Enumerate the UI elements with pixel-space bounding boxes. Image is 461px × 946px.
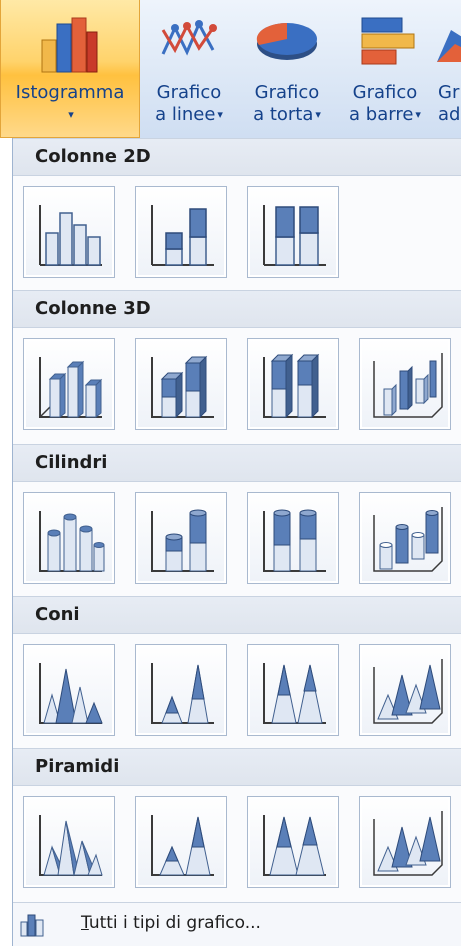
3d-column-tile[interactable]: [359, 338, 451, 430]
line-chart-icon: [159, 14, 219, 72]
clustered-cylinder-tile[interactable]: [23, 492, 115, 584]
100-stacked-pyramid-icon: [263, 815, 326, 876]
3d-pyramid-icon: [373, 811, 443, 876]
all-chart-types-label: Tutti i tipi di grafico...: [81, 913, 261, 933]
clustered-pyramid-icon: [39, 815, 103, 877]
area-chart-icon: [437, 14, 461, 70]
stacked-cylinder-icon: [151, 509, 214, 572]
stacked-pyramid-icon: [151, 815, 214, 876]
100-stacked-cone-tile[interactable]: [247, 644, 339, 736]
100-stacked-column-icon: [263, 205, 326, 266]
3d-clustered-column-icon: [39, 357, 103, 419]
line-chart-label-2: a linee ▾: [155, 104, 223, 125]
chevron-down-icon: ▾: [415, 108, 421, 121]
clustered-pyramid-tile[interactable]: [23, 796, 115, 888]
bar-chart-button[interactable]: Grafico a barre ▾: [336, 0, 434, 138]
3d-clustered-column-tile[interactable]: [23, 338, 115, 430]
clustered-column-icon: [39, 205, 102, 266]
3d-column-icon: [373, 353, 443, 418]
clustered-column-tile[interactable]: [23, 186, 115, 278]
clustered-cylinder-icon: [39, 511, 105, 572]
all-chart-types-menu-item[interactable]: Tutti i tipi di grafico...: [13, 902, 461, 946]
column-chart-label: Istogramma: [15, 82, 125, 103]
bar-chart-label-1: Grafico: [352, 82, 418, 103]
stacked-cylinder-tile[interactable]: [135, 492, 227, 584]
3d-stacked-column-tile[interactable]: [135, 338, 227, 430]
chart-gallery-dropdown: Colonne 2D Colonne 3D Cilindri Coni Pira…: [12, 138, 461, 946]
stacked-column-icon: [151, 205, 214, 266]
chevron-down-icon: ▾: [315, 108, 321, 121]
chevron-down-icon: ▾: [217, 108, 223, 121]
3d-100-stacked-column-icon: [263, 353, 326, 419]
bar-chart-icon: [354, 14, 416, 78]
section-header-colonne-3d: Colonne 3D: [13, 290, 461, 328]
chevron-down-icon: ▾: [68, 108, 74, 121]
stacked-pyramid-tile[interactable]: [135, 796, 227, 888]
chart-ribbon: Istogramma ▾ Grafico a linee ▾ Grafico a …: [0, 0, 461, 138]
bar-chart-label-2: a barre ▾: [349, 104, 421, 125]
3d-cone-tile[interactable]: [359, 644, 451, 736]
column-chart-button[interactable]: Istogramma ▾: [0, 0, 140, 138]
section-header-colonne-2d: Colonne 2D: [13, 138, 461, 176]
pie-chart-label-1: Grafico: [254, 82, 320, 103]
section-header-piramidi: Piramidi: [13, 748, 461, 786]
3d-cone-icon: [373, 659, 443, 724]
100-stacked-pyramid-tile[interactable]: [247, 796, 339, 888]
area-chart-label-1: Gr: [438, 82, 460, 103]
pie-chart-label-2: a torta ▾: [253, 104, 321, 125]
100-stacked-cylinder-icon: [263, 509, 326, 572]
stacked-cone-icon: [151, 663, 214, 724]
area-chart-button[interactable]: Gr ad: [434, 0, 461, 138]
line-chart-button[interactable]: Grafico a linee ▾: [140, 0, 238, 138]
clustered-cone-icon: [39, 663, 103, 724]
pie-chart-button[interactable]: Grafico a torta ▾: [238, 0, 336, 138]
100-stacked-column-tile[interactable]: [247, 186, 339, 278]
stacked-column-tile[interactable]: [135, 186, 227, 278]
3d-100-stacked-column-tile[interactable]: [247, 338, 339, 430]
all-chart-types-icon: [19, 912, 47, 942]
3d-cylinder-tile[interactable]: [359, 492, 451, 584]
100-stacked-cylinder-tile[interactable]: [247, 492, 339, 584]
page-margin: [0, 138, 12, 946]
3d-stacked-column-icon: [151, 355, 214, 419]
area-chart-label-2: ad: [438, 104, 461, 125]
3d-cylinder-icon: [373, 507, 443, 572]
column-chart-icon: [40, 14, 100, 80]
pie-chart-icon: [254, 14, 320, 72]
3d-pyramid-tile[interactable]: [359, 796, 451, 888]
clustered-cone-tile[interactable]: [23, 644, 115, 736]
100-stacked-cone-icon: [263, 663, 326, 724]
line-chart-label-1: Grafico: [156, 82, 222, 103]
stacked-cone-tile[interactable]: [135, 644, 227, 736]
section-header-coni: Coni: [13, 596, 461, 634]
section-header-cilindri: Cilindri: [13, 444, 461, 482]
